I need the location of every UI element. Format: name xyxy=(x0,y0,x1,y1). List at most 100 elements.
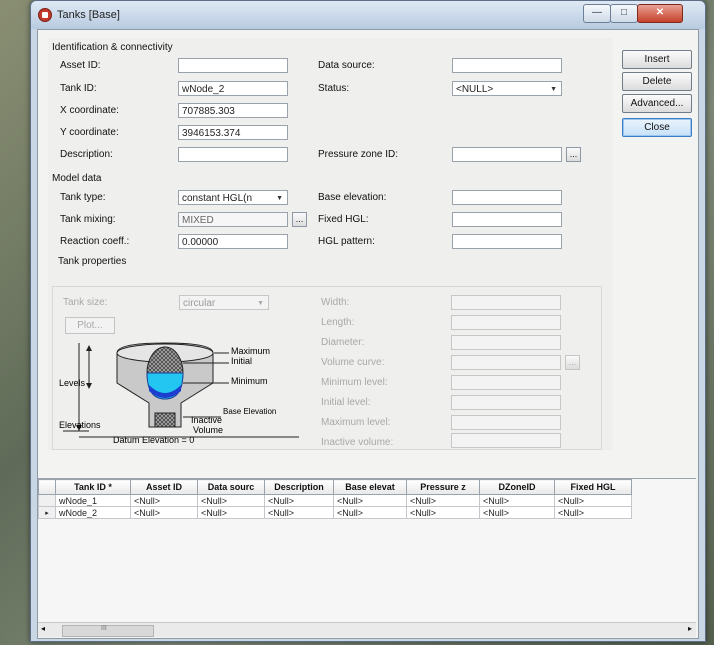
table-header-row: Tank ID * Asset ID Data sourc Descriptio… xyxy=(38,479,632,495)
y-coordinate-field[interactable]: 3946153.374 xyxy=(178,125,288,140)
tank-mixing-label: Tank mixing: xyxy=(60,214,116,225)
initial-level-field[interactable] xyxy=(451,395,561,410)
scroll-left-arrow-icon[interactable]: ◂ xyxy=(41,624,45,633)
maximize-button[interactable]: □ xyxy=(610,4,638,23)
advanced-button[interactable]: Advanced... xyxy=(622,94,692,113)
maximum-level-field[interactable] xyxy=(451,415,561,430)
maximum-level-label: Maximum level: xyxy=(321,417,391,428)
table-cell[interactable]: <Null> xyxy=(197,506,265,519)
inactive-volume-field[interactable] xyxy=(451,433,561,448)
close-button[interactable]: Close xyxy=(622,118,692,137)
description-field[interactable] xyxy=(178,147,288,162)
insert-button[interactable]: Insert xyxy=(622,50,692,69)
scrollbar-thumb[interactable]: III xyxy=(62,625,154,637)
column-header[interactable]: Asset ID xyxy=(130,479,198,495)
table-row[interactable]: ▸ wNode_2 <Null> <Null> <Null> <Null> <N… xyxy=(38,506,632,519)
table-cell[interactable]: <Null> xyxy=(264,506,334,519)
diameter-label: Diameter: xyxy=(321,337,365,348)
table-cell[interactable]: <Null> xyxy=(406,494,480,507)
table-cell[interactable]: wNode_2 xyxy=(55,506,131,519)
table-cell[interactable]: <Null> xyxy=(333,506,407,519)
dialog-client-area: Identification & connectivity Asset ID: … xyxy=(37,29,699,639)
tank-properties-group-title: Tank properties xyxy=(58,256,127,267)
table-cell[interactable]: <Null> xyxy=(554,494,632,507)
tanks-dialog: Tanks [Base] — □ ✕ Identification & conn… xyxy=(30,0,706,642)
table-cell[interactable]: <Null> xyxy=(197,494,265,507)
length-label: Length: xyxy=(321,317,355,328)
volume-curve-label: Volume curve: xyxy=(321,357,385,368)
diagram-datum-label: Datum Elevation = 0 xyxy=(113,435,194,445)
table-cell[interactable]: <Null> xyxy=(406,506,480,519)
asset-id-field[interactable] xyxy=(178,58,288,73)
tank-type-label: Tank type: xyxy=(60,192,106,203)
hgl-pattern-field[interactable] xyxy=(452,234,562,249)
diagram-levels-label: Levels xyxy=(59,378,86,388)
x-coordinate-field[interactable]: 707885.303 xyxy=(178,103,288,118)
close-window-button[interactable]: ✕ xyxy=(637,4,683,23)
title-bar[interactable]: Tanks [Base] — □ ✕ xyxy=(31,1,705,29)
column-header[interactable]: Pressure z xyxy=(406,479,480,495)
scroll-right-arrow-icon[interactable]: ▸ xyxy=(688,624,692,633)
reaction-coeff-field[interactable]: 0.00000 xyxy=(178,234,288,249)
table-cell[interactable]: <Null> xyxy=(479,506,555,519)
pressure-zone-browse-button[interactable]: ... xyxy=(566,147,581,162)
diameter-field[interactable] xyxy=(451,335,561,350)
column-header[interactable]: Data sourc xyxy=(197,479,265,495)
row-marker[interactable]: ▸ xyxy=(38,506,56,519)
table-cell[interactable]: <Null> xyxy=(333,494,407,507)
table-cell[interactable]: <Null> xyxy=(264,494,334,507)
minimize-button[interactable]: — xyxy=(583,4,611,23)
tank-mixing-field[interactable]: MIXED xyxy=(178,212,288,227)
data-source-label: Data source: xyxy=(318,60,375,71)
delete-button[interactable]: Delete xyxy=(622,72,692,91)
column-header[interactable]: Fixed HGL xyxy=(554,479,632,495)
initial-level-label: Initial level: xyxy=(321,397,371,408)
table-cell[interactable]: <Null> xyxy=(130,506,198,519)
inactive-volume-mark xyxy=(154,412,176,428)
table-cell[interactable]: <Null> xyxy=(130,494,198,507)
column-header[interactable]: DZoneID xyxy=(479,479,555,495)
row-marker[interactable] xyxy=(38,494,56,507)
app-icon xyxy=(38,8,52,22)
table-row[interactable]: wNode_1 <Null> <Null> <Null> <Null> <Nul… xyxy=(38,494,632,507)
fixed-hgl-label: Fixed HGL: xyxy=(318,214,369,225)
column-header[interactable]: Base elevat xyxy=(333,479,407,495)
properties-panel: Identification & connectivity Asset ID: … xyxy=(48,38,613,450)
status-label: Status: xyxy=(318,83,350,94)
volume-curve-browse-button[interactable]: ... xyxy=(565,355,580,370)
width-field[interactable] xyxy=(451,295,561,310)
pressure-zone-label: Pressure zone ID: xyxy=(318,149,399,160)
asset-id-label: Asset ID: xyxy=(60,60,101,71)
diagram-volume-label: Volume xyxy=(193,425,223,435)
row-header-corner xyxy=(38,479,56,495)
pressure-zone-field[interactable] xyxy=(452,147,562,162)
tanks-table: Tank ID * Asset ID Data sourc Descriptio… xyxy=(38,478,696,637)
column-header[interactable]: Tank ID * xyxy=(55,479,131,495)
tank-id-field[interactable]: wNode_2 xyxy=(178,81,288,96)
table-cell[interactable]: <Null> xyxy=(479,494,555,507)
window-title: Tanks [Base] xyxy=(57,9,120,21)
minimum-level-label: Minimum level: xyxy=(321,377,388,388)
status-dropdown[interactable]: <NULL> xyxy=(452,81,562,96)
data-source-field[interactable] xyxy=(452,58,562,73)
fixed-hgl-field[interactable] xyxy=(452,212,562,227)
diagram-base-elevation-label: Base Elevation xyxy=(223,407,276,416)
plot-button[interactable]: Plot... xyxy=(65,317,115,334)
horizontal-scrollbar[interactable]: ◂ III ▸ xyxy=(38,622,696,637)
table-cell[interactable]: wNode_1 xyxy=(55,494,131,507)
tank-id-label: Tank ID: xyxy=(60,83,97,94)
base-elevation-field[interactable] xyxy=(452,190,562,205)
scroll-grip: III xyxy=(101,625,107,632)
inactive-volume-label: Inactive volume: xyxy=(321,437,394,448)
volume-curve-field[interactable] xyxy=(451,355,561,370)
tank-mixing-browse-button[interactable]: ... xyxy=(292,212,307,227)
tank-size-dropdown[interactable]: circular xyxy=(179,295,269,310)
minimum-level-field[interactable] xyxy=(451,375,561,390)
length-field[interactable] xyxy=(451,315,561,330)
table-cell[interactable]: <Null> xyxy=(554,506,632,519)
tank-type-dropdown[interactable]: constant HGL(n xyxy=(178,190,288,205)
diagram-elevations-label: Elevations xyxy=(59,420,101,430)
column-header[interactable]: Description xyxy=(264,479,334,495)
diagram-inactive-label: Inactive xyxy=(191,415,222,425)
tank-properties-group: Tank size: circular Plot... xyxy=(52,286,602,450)
